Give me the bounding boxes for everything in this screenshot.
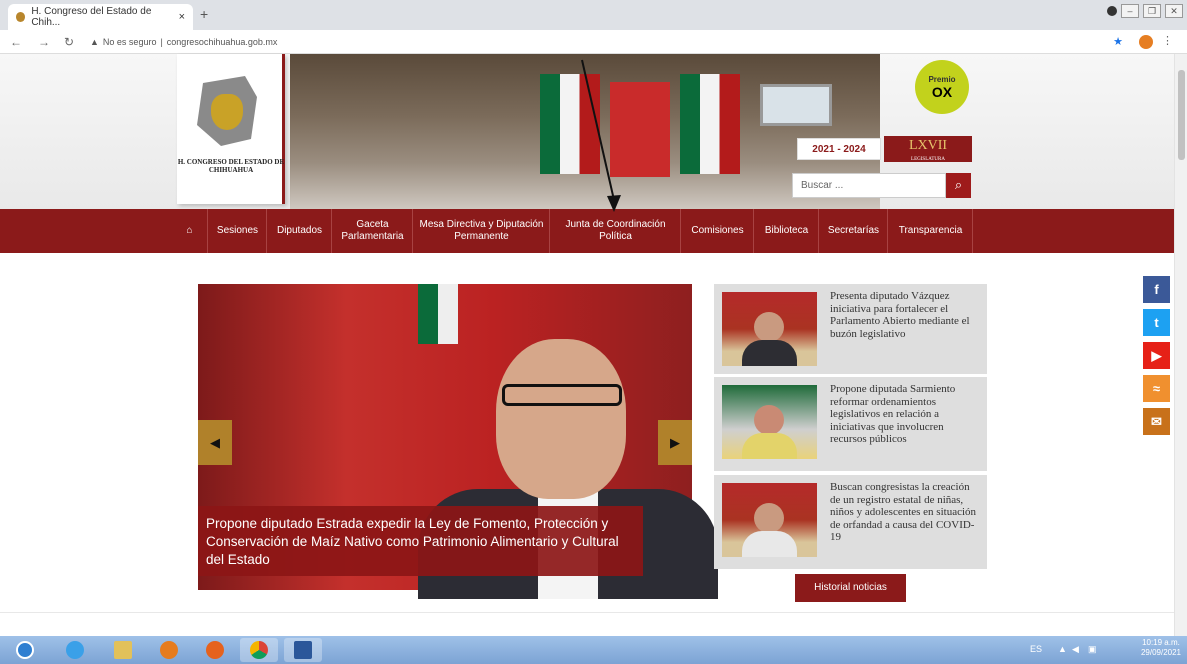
youtube-icon[interactable]: ▶ bbox=[1143, 342, 1170, 369]
news-item[interactable]: Presenta diputado Vázquez iniciativa par… bbox=[714, 284, 987, 374]
firefox-icon[interactable] bbox=[196, 638, 234, 662]
news-thumbnail bbox=[722, 385, 817, 459]
network-icon[interactable]: ▣ bbox=[1088, 644, 1097, 655]
legislature-sub: LEGISLATURA bbox=[911, 157, 945, 162]
window-controls: – ❐ ✕ bbox=[1107, 4, 1183, 18]
rss-icon[interactable]: ≈ bbox=[1143, 375, 1170, 402]
news-title[interactable]: Buscan congresistas la creación de un re… bbox=[830, 481, 982, 544]
explorer-icon[interactable] bbox=[104, 638, 142, 662]
scrollbar-thumb[interactable] bbox=[1178, 70, 1185, 160]
url-text: congresochihuahua.gob.mx bbox=[166, 37, 278, 47]
address-bar-row: ← → ↻ ▲ No es seguro | congresochihuahua… bbox=[0, 30, 1187, 54]
browser-tab[interactable]: H. Congreso del Estado de Chih... × bbox=[8, 4, 193, 30]
volume-icon[interactable]: ◀ bbox=[1072, 644, 1079, 655]
legislature-number: LXVII bbox=[908, 138, 948, 153]
url-separator: | bbox=[160, 37, 163, 47]
nav-secretarias[interactable]: Secretarías bbox=[820, 209, 888, 253]
history-news-button[interactable]: Historial noticias bbox=[795, 574, 906, 602]
slider-next-button[interactable]: ▶ bbox=[658, 420, 692, 465]
nav-sesiones[interactable]: Sesiones bbox=[209, 209, 267, 253]
security-label: No es seguro bbox=[102, 37, 157, 47]
clock-date: 29/09/2021 bbox=[1140, 648, 1181, 657]
reload-icon[interactable]: ↻ bbox=[64, 35, 74, 49]
thumb-body bbox=[742, 531, 797, 557]
main-navigation: ⌂ Sesiones Diputados Gaceta Parlamentari… bbox=[0, 209, 1174, 253]
thumb-head bbox=[754, 503, 784, 533]
premio-ox-badge[interactable]: Premio OX bbox=[915, 60, 969, 114]
language-indicator[interactable]: ES bbox=[1030, 644, 1042, 654]
flag-right-image bbox=[680, 74, 740, 174]
divider bbox=[0, 612, 1174, 613]
nav-home[interactable]: ⌂ bbox=[172, 209, 208, 253]
maximize-button[interactable]: ❐ bbox=[1143, 4, 1161, 18]
clock-time: 10:19 a.m. bbox=[1142, 638, 1180, 647]
back-icon[interactable]: ← bbox=[10, 35, 22, 49]
nav-gaceta[interactable]: Gaceta Parlamentaria bbox=[333, 209, 413, 253]
photo-head bbox=[496, 339, 626, 499]
close-window-button[interactable]: ✕ bbox=[1165, 4, 1183, 18]
tray-arrow-icon[interactable]: ▲ bbox=[1058, 644, 1067, 654]
slider-prev-button[interactable]: ◀ bbox=[198, 420, 232, 465]
seal-icon bbox=[211, 94, 243, 130]
nav-biblioteca[interactable]: Biblioteca bbox=[755, 209, 819, 253]
browser-tab-strip: H. Congreso del Estado de Chih... × + – … bbox=[0, 0, 1187, 30]
new-tab-button[interactable]: + bbox=[200, 6, 208, 22]
site-favicon-icon bbox=[16, 12, 26, 22]
nav-diputados[interactable]: Diputados bbox=[268, 209, 332, 253]
nav-junta-coordinacion[interactable]: Junta de Coordinación Política bbox=[551, 209, 681, 253]
thumb-head bbox=[754, 312, 784, 342]
thumb-head bbox=[754, 405, 784, 435]
facebook-icon[interactable]: f bbox=[1143, 276, 1170, 303]
url-field[interactable]: ▲ No es seguro | congresochihuahua.gob.m… bbox=[90, 34, 1110, 50]
warning-icon: ▲ bbox=[90, 37, 99, 47]
flag-left-image bbox=[540, 74, 600, 174]
tab-title: H. Congreso del Estado de Chih... bbox=[31, 6, 152, 28]
chrome-icon[interactable] bbox=[240, 638, 278, 662]
premio-name: OX bbox=[931, 83, 953, 100]
congress-logo[interactable]: H. CONGRESO DEL ESTADO DE CHIHUAHUA bbox=[177, 54, 285, 204]
drape-image bbox=[610, 82, 670, 177]
news-thumbnail bbox=[722, 292, 817, 366]
minimize-button[interactable]: – bbox=[1121, 4, 1139, 18]
os-taskbar: ES ▲ ◀ ▣ 10:19 a.m. 29/09/2021 bbox=[0, 636, 1187, 664]
search-button[interactable]: ⌕ bbox=[946, 173, 971, 198]
word-icon[interactable] bbox=[284, 638, 322, 662]
thumb-body bbox=[742, 340, 797, 366]
browser-menu-icon[interactable]: ⋮ bbox=[1162, 34, 1173, 47]
nav-transparencia[interactable]: Transparencia bbox=[889, 209, 973, 253]
legislature-badge: LXVII LEGISLATURA bbox=[884, 136, 972, 162]
news-title[interactable]: Presenta diputado Vázquez iniciativa par… bbox=[830, 290, 982, 340]
thumb-body bbox=[742, 433, 797, 459]
clock[interactable]: 10:19 a.m. 29/09/2021 bbox=[1141, 638, 1181, 658]
mail-icon[interactable]: ✉ bbox=[1143, 408, 1170, 435]
slide-caption[interactable]: Propone diputado Estrada expedir la Ley … bbox=[198, 506, 643, 576]
legislature-years: 2021 - 2024 bbox=[797, 138, 881, 160]
bookmark-star-icon[interactable]: ★ bbox=[1113, 35, 1123, 48]
logo-text: H. CONGRESO DEL ESTADO DE CHIHUAHUA bbox=[177, 158, 285, 174]
news-thumbnail bbox=[722, 483, 817, 557]
news-item[interactable]: Buscan congresistas la creación de un re… bbox=[714, 475, 987, 569]
premio-label: Premio bbox=[928, 74, 956, 84]
twitter-icon[interactable]: t bbox=[1143, 309, 1170, 336]
home-icon: ⌂ bbox=[186, 225, 193, 236]
news-item[interactable]: Propone diputada Sarmiento reformar orde… bbox=[714, 377, 987, 471]
start-button[interactable] bbox=[6, 638, 44, 662]
close-tab-icon[interactable]: × bbox=[179, 11, 185, 23]
photo-glasses bbox=[502, 384, 622, 406]
record-icon[interactable] bbox=[1107, 6, 1117, 16]
screen-image bbox=[760, 84, 832, 126]
page-scrollbar[interactable] bbox=[1174, 54, 1187, 636]
flag-image bbox=[418, 284, 458, 344]
forward-icon[interactable]: → bbox=[38, 35, 50, 49]
media-player-icon[interactable] bbox=[150, 638, 188, 662]
news-title[interactable]: Propone diputada Sarmiento reformar orde… bbox=[830, 383, 982, 446]
ie-icon[interactable] bbox=[56, 638, 94, 662]
search-icon: ⌕ bbox=[954, 177, 963, 192]
search-input[interactable]: Buscar ... bbox=[792, 173, 946, 198]
nav-mesa-directiva[interactable]: Mesa Directiva y Diputación Permanente bbox=[414, 209, 550, 253]
profile-avatar[interactable] bbox=[1139, 35, 1153, 49]
nav-comisiones[interactable]: Comisiones bbox=[682, 209, 754, 253]
